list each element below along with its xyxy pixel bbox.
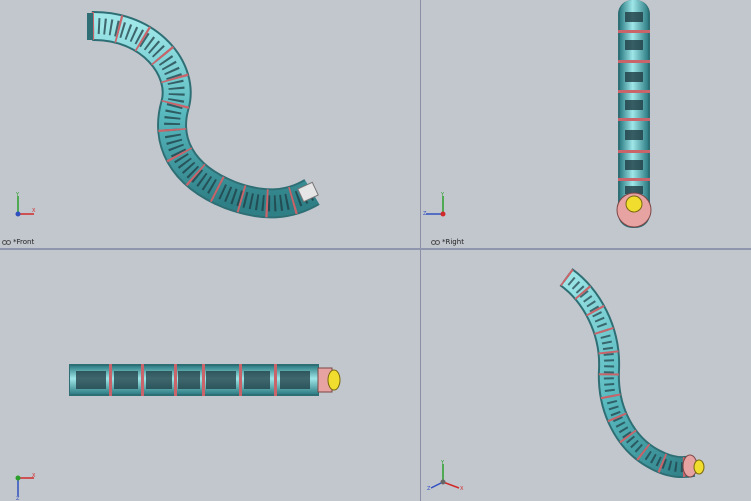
axis-triad-icon: Y Z	[423, 192, 449, 220]
viewport-label-right[interactable]: *Right	[431, 238, 464, 246]
svg-text:Z: Z	[427, 486, 431, 492]
viewport-name: *Right	[442, 238, 464, 246]
front-tail	[87, 13, 93, 40]
axis-triad-icon: Y Z X	[427, 460, 464, 492]
right-snake-model	[616, 0, 652, 228]
right-end-tip	[625, 195, 643, 213]
glasses-icon	[2, 239, 11, 245]
viewport-splitter-vertical[interactable]	[420, 0, 421, 501]
axis-triad-icon: Y X	[10, 192, 36, 220]
top-end-tip	[327, 369, 341, 391]
viewport-front[interactable]: Y X *Front	[0, 0, 420, 248]
viewport-top[interactable]: X Z	[0, 250, 420, 501]
svg-text:Z: Z	[423, 211, 427, 217]
viewport-name: *Front	[13, 238, 35, 246]
viewport-label-front[interactable]: *Front	[2, 238, 34, 246]
svg-text:X: X	[460, 486, 464, 492]
viewport-right[interactable]: Y Z *Right	[421, 0, 751, 248]
front-snake-model	[87, 10, 320, 219]
iso-body	[560, 269, 695, 477]
svg-text:X: X	[32, 208, 36, 214]
axis-triad-icon: X Z	[10, 472, 36, 500]
svg-text:Y: Y	[440, 460, 445, 466]
top-snake-model	[69, 364, 341, 396]
svg-text:Y: Y	[440, 192, 445, 198]
viewport-splitter-horizontal[interactable]	[0, 248, 751, 250]
svg-text:Z: Z	[16, 496, 20, 500]
svg-text:Y: Y	[15, 192, 20, 198]
iso-snake-model	[559, 268, 705, 479]
svg-text:X: X	[32, 473, 36, 479]
front-body	[91, 12, 319, 217]
viewport-iso[interactable]: Y Z X	[421, 250, 751, 501]
glasses-icon	[431, 239, 440, 245]
iso-end-tip	[693, 459, 705, 475]
model-viewports: Y X *Front Y Z *Right X Z Y Z X	[0, 0, 751, 501]
